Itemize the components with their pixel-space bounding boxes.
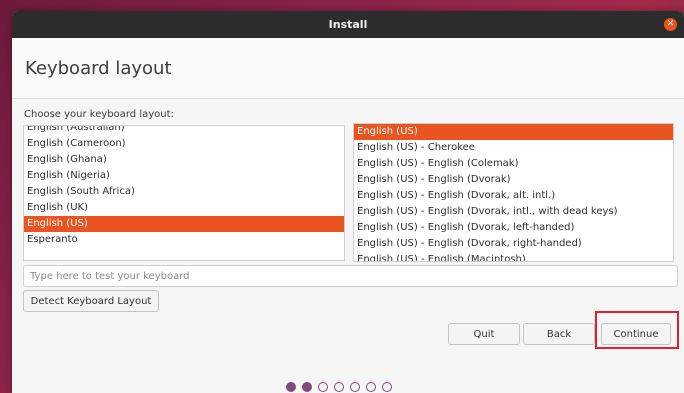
layout-prompt: Choose your keyboard layout: [24, 109, 174, 120]
page-title: Keyboard layout [25, 57, 172, 79]
progress-dot [334, 382, 344, 392]
continue-highlight-box [595, 311, 679, 349]
layout-list-item[interactable]: English (Australian) [24, 126, 344, 136]
layout-list-item[interactable]: Esperanto [24, 232, 344, 248]
variant-list-item[interactable]: English (US) - English (Dvorak) [354, 172, 673, 188]
window-title: Install [328, 18, 368, 31]
progress-dot [318, 382, 328, 392]
layout-list-item[interactable]: English (Ghana) [24, 152, 344, 168]
progress-dot [286, 382, 296, 392]
variant-list[interactable]: English (US) English (US) - Cherokee Engli… [353, 123, 674, 262]
progress-dot [350, 382, 360, 392]
main-content: Choose your keyboard layout: English (Au… [12, 99, 684, 393]
keyboard-test-input[interactable] [23, 265, 678, 287]
progress-dots [286, 382, 392, 392]
back-button[interactable]: Back [523, 323, 595, 345]
progress-dot [302, 382, 312, 392]
layout-list-item[interactable]: English (US) [24, 216, 344, 232]
variant-list-item[interactable]: English (US) - English (Dvorak, intl., w… [354, 204, 673, 220]
layout-list-item[interactable]: English (South Africa) [24, 184, 344, 200]
variant-list-item[interactable]: English (US) - English (Dvorak, alt. int… [354, 188, 673, 204]
quit-button[interactable]: Quit [448, 323, 520, 345]
variant-list-item[interactable]: English (US) - English (Colemak) [354, 156, 673, 172]
progress-dot [366, 382, 376, 392]
layout-list-item[interactable]: English (Nigeria) [24, 168, 344, 184]
detect-layout-button[interactable]: Detect Keyboard Layout [23, 290, 159, 312]
variant-list-item[interactable]: English (US) - Cherokee [354, 140, 673, 156]
page-header: Keyboard layout [12, 38, 684, 99]
variant-list-item[interactable]: English (US) [354, 124, 673, 140]
variant-list-item[interactable]: English (US) - English (Dvorak, right-ha… [354, 236, 673, 252]
layout-list-item[interactable]: English (UK) [24, 200, 344, 216]
title-bar: Install ✕ [12, 11, 684, 38]
layout-list[interactable]: English (Australian) English (Cameroon) En… [23, 125, 345, 261]
progress-dot [382, 382, 392, 392]
variant-list-item[interactable]: English (US) - English (Macintosh) [354, 252, 673, 261]
close-icon[interactable]: ✕ [664, 18, 677, 31]
variant-list-item[interactable]: English (US) - English (Dvorak, left-han… [354, 220, 673, 236]
layout-list-item[interactable]: English (Cameroon) [24, 136, 344, 152]
installer-window: Install ✕ Keyboard layout Choose your ke… [12, 11, 684, 393]
